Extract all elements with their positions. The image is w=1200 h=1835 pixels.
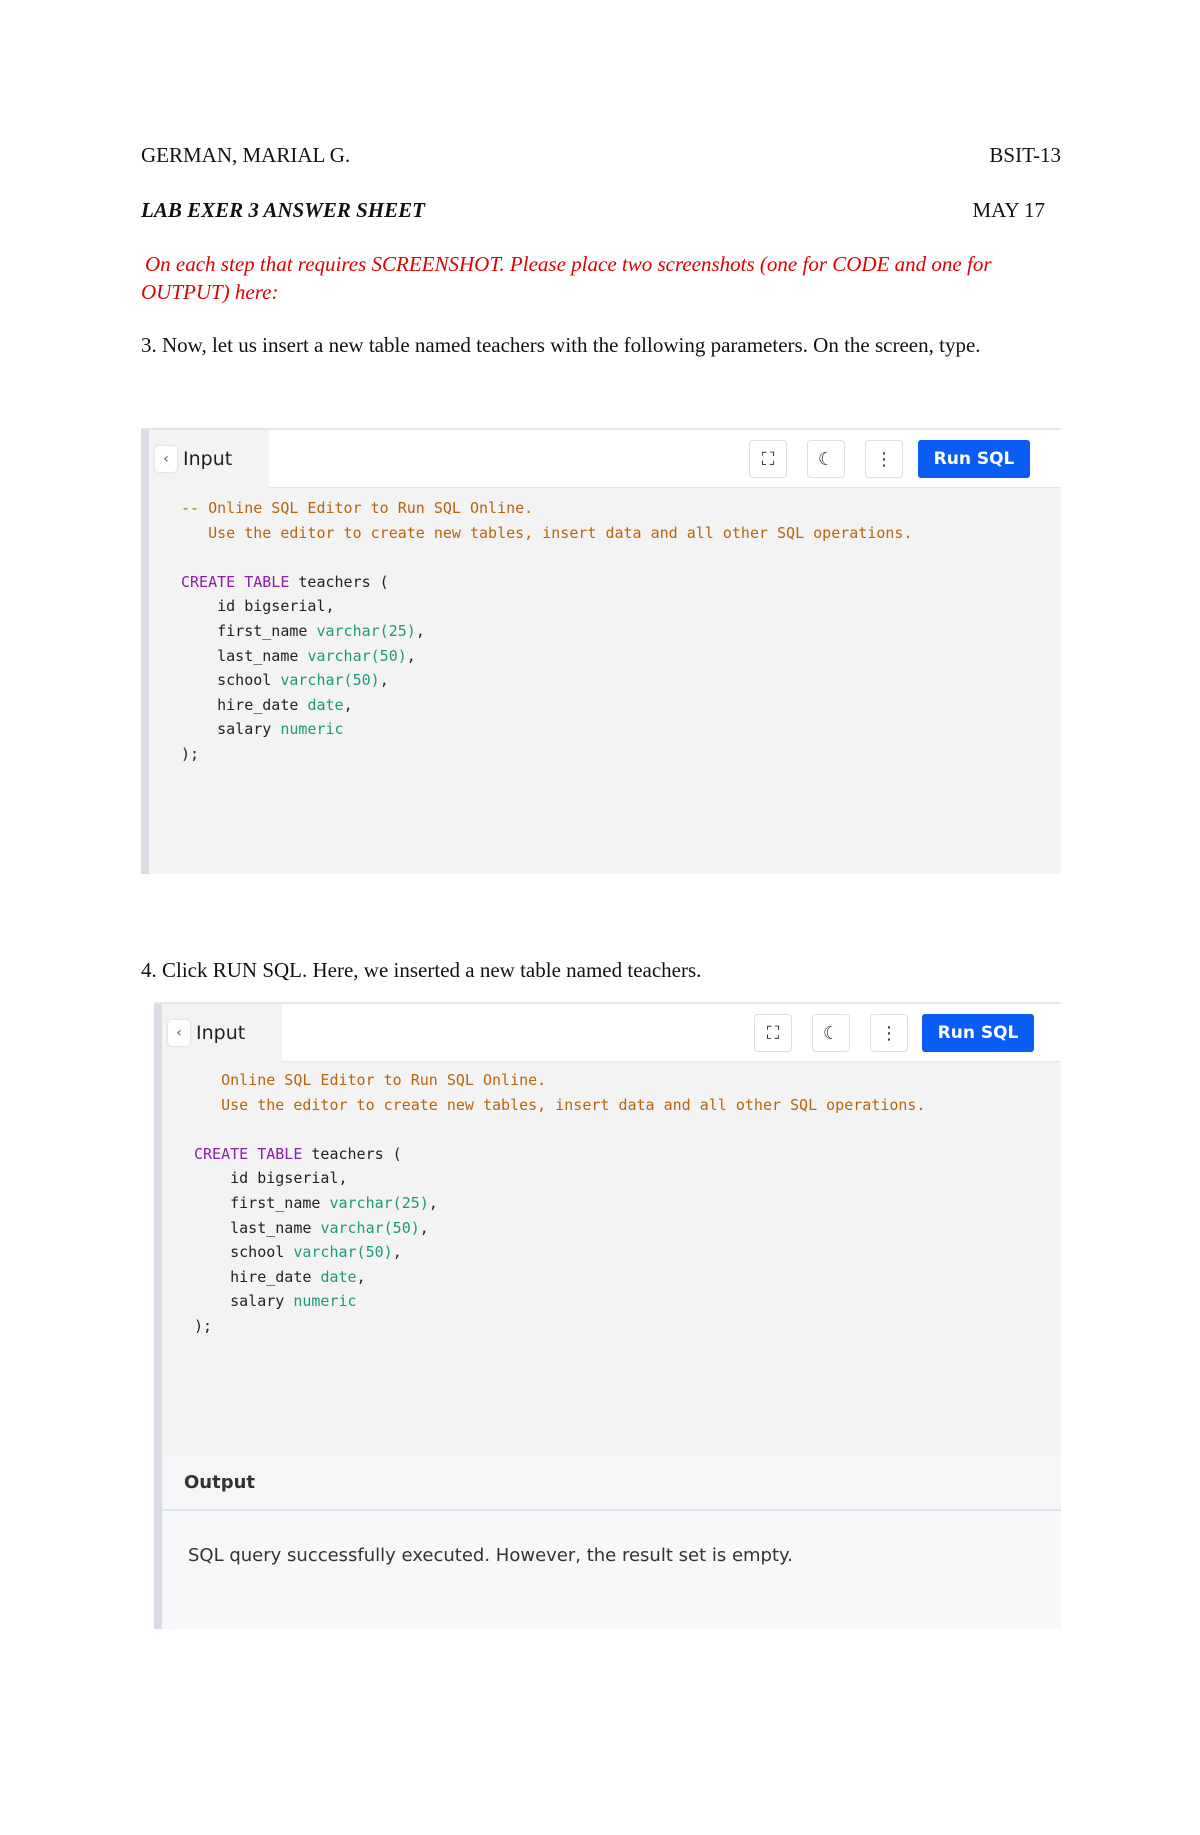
run-sql-button[interactable]: Run SQL — [918, 440, 1030, 478]
column: first_name — [194, 1193, 330, 1212]
output-message: SQL query successfully executed. However… — [188, 1545, 793, 1566]
column: school — [194, 1243, 294, 1262]
more-options-icon[interactable]: ⋮ — [870, 1014, 908, 1052]
column: hire_date — [181, 695, 308, 714]
fullscreen-icon[interactable]: ⛶ — [754, 1014, 792, 1052]
keyword: CREATE TABLE — [194, 1144, 303, 1163]
tab-label: Input — [196, 1022, 246, 1044]
date: MAY 17 — [972, 198, 1045, 222]
column: id bigserial, — [181, 597, 335, 616]
step-4: 4. Click RUN SQL. Here, we inserted a ne… — [141, 958, 702, 982]
output-header: Output — [162, 1455, 1061, 1511]
comma: , — [415, 621, 425, 640]
comment: Online SQL Editor to Run SQL Online. — [194, 1071, 547, 1089]
statement-end: ); — [194, 1316, 213, 1335]
column: last_name — [194, 1218, 321, 1237]
comment: Use the editor to create new tables, ins… — [194, 1095, 926, 1114]
theme-toggle-icon[interactable]: ☾ — [812, 1014, 850, 1052]
comma: , — [419, 1218, 429, 1237]
collapse-button[interactable]: ‹ — [155, 446, 177, 472]
run-sql-button[interactable]: Run SQL — [922, 1014, 1034, 1052]
column: hire_date — [194, 1267, 321, 1286]
scrollbar[interactable] — [141, 430, 149, 874]
sheet-title: LAB EXER 3 ANSWER SHEET — [141, 198, 425, 222]
table-name: teachers ( — [289, 572, 389, 591]
output-label: Output — [184, 1471, 256, 1493]
type: numeric — [293, 1292, 357, 1311]
keyword: CREATE TABLE — [181, 572, 290, 591]
type: varchar(50) — [280, 671, 380, 690]
toolbar: Input ‹ ⛶ ☾ ⋮ Run SQL — [162, 1004, 1061, 1062]
student-name: GERMAN, MARIAL G. — [141, 143, 351, 167]
type: varchar(25) — [329, 1193, 429, 1212]
sql-editor-2: Input ‹ ⛶ ☾ ⋮ Run SQL Online SQL Editor … — [154, 1002, 1061, 1629]
type: date — [320, 1267, 357, 1286]
comma: , — [406, 646, 416, 665]
statement-end: ); — [181, 744, 200, 763]
column: last_name — [181, 646, 308, 665]
column: salary — [194, 1292, 294, 1311]
code-area[interactable]: -- Online SQL Editor to Run SQL Online. … — [181, 496, 913, 767]
toolbar: Input ‹ ⛶ ☾ ⋮ Run SQL — [149, 430, 1061, 488]
type: date — [307, 695, 344, 714]
comment: Use the editor to create new tables, ins… — [181, 523, 913, 542]
output-panel: SQL query successfully executed. However… — [162, 1511, 1061, 1629]
comma: , — [379, 671, 389, 690]
comma: , — [356, 1267, 366, 1286]
comma: , — [428, 1193, 438, 1212]
type: numeric — [280, 720, 344, 739]
type: varchar(50) — [320, 1218, 420, 1237]
more-options-icon[interactable]: ⋮ — [865, 440, 903, 478]
column: salary — [181, 720, 281, 739]
table-name: teachers ( — [302, 1144, 402, 1163]
tab-label: Input — [183, 448, 233, 470]
column: first_name — [181, 621, 317, 640]
comma: , — [392, 1243, 402, 1262]
type: varchar(50) — [307, 646, 407, 665]
type: varchar(50) — [293, 1243, 393, 1262]
type: varchar(25) — [316, 621, 416, 640]
step-3: 3. Now, let us insert a new table named … — [141, 333, 981, 357]
scrollbar[interactable] — [154, 1004, 162, 1629]
theme-toggle-icon[interactable]: ☾ — [807, 440, 845, 478]
sql-editor-1: Input ‹ ⛶ ☾ ⋮ Run SQL -- Online SQL Edit… — [141, 428, 1061, 874]
fullscreen-icon[interactable]: ⛶ — [749, 440, 787, 478]
collapse-button[interactable]: ‹ — [168, 1020, 190, 1046]
column: id bigserial, — [194, 1169, 348, 1188]
instruction: On each step that requires SCREENSHOT. P… — [141, 252, 992, 304]
code-area[interactable]: Online SQL Editor to Run SQL Online. Use… — [194, 1068, 926, 1339]
column: school — [181, 671, 281, 690]
section: BSIT-13 — [989, 143, 1061, 167]
comma: , — [343, 695, 353, 714]
comment: -- Online SQL Editor to Run SQL Online. — [181, 499, 534, 517]
